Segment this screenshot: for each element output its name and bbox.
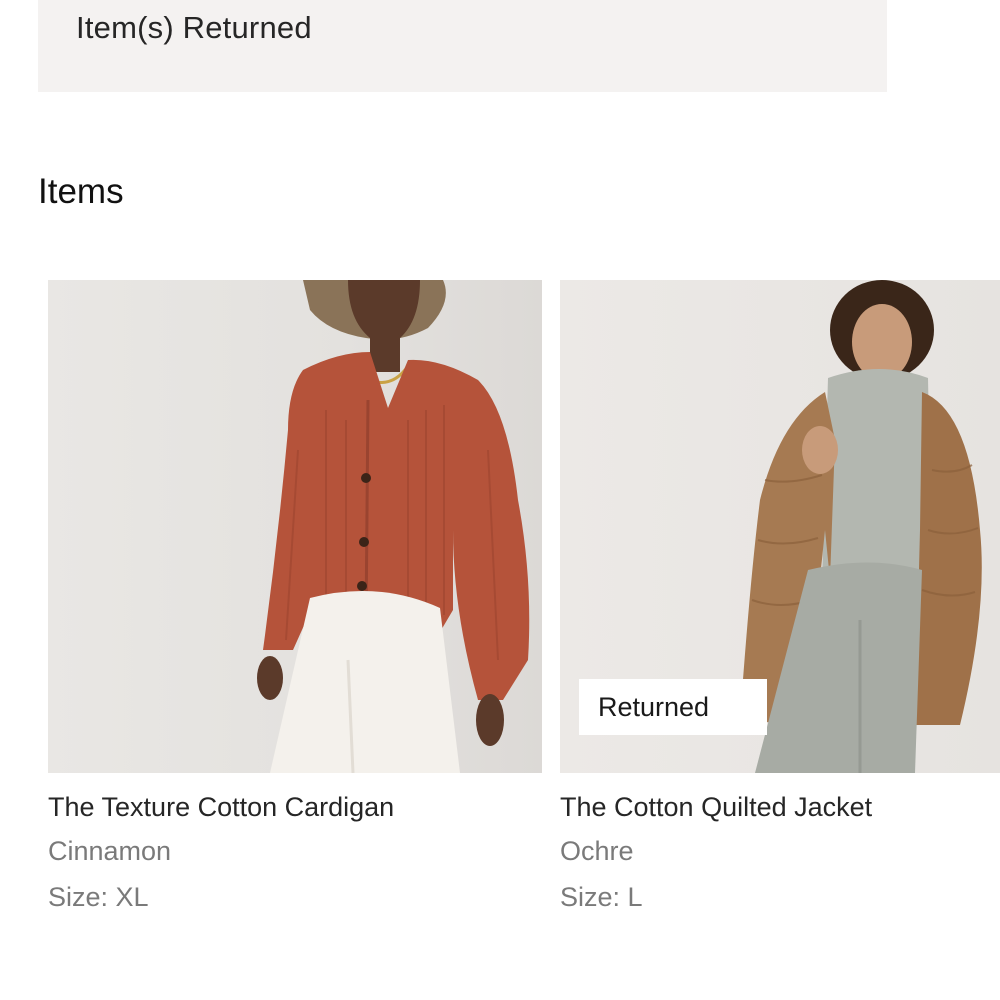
status-banner: Item(s) Returned: [38, 0, 887, 92]
item-card[interactable]: The Texture Cotton Cardigan Cinnamon Siz…: [48, 280, 542, 912]
cardigan-illustration: [257, 280, 530, 773]
items-section-title: Items: [38, 172, 124, 211]
order-status-page: Item(s) Returned Items The Texture Cotto…: [0, 0, 1000, 1000]
product-color: Ochre: [560, 836, 634, 866]
product-photo-quilted-jacket[interactable]: Returned: [560, 280, 1000, 773]
product-name[interactable]: The Texture Cotton Cardigan: [48, 792, 394, 823]
item-card[interactable]: Returned The Cotton Quilted Jacket Ochre…: [560, 280, 1000, 912]
product-size: Size: L: [560, 882, 643, 912]
status-banner-text: Item(s) Returned: [76, 10, 312, 45]
product-name[interactable]: The Cotton Quilted Jacket: [560, 792, 872, 823]
product-size: Size: XL: [48, 882, 149, 912]
product-color: Cinnamon: [48, 836, 172, 866]
product-photo-cardigan[interactable]: [48, 280, 542, 773]
returned-badge: Returned: [579, 679, 767, 735]
